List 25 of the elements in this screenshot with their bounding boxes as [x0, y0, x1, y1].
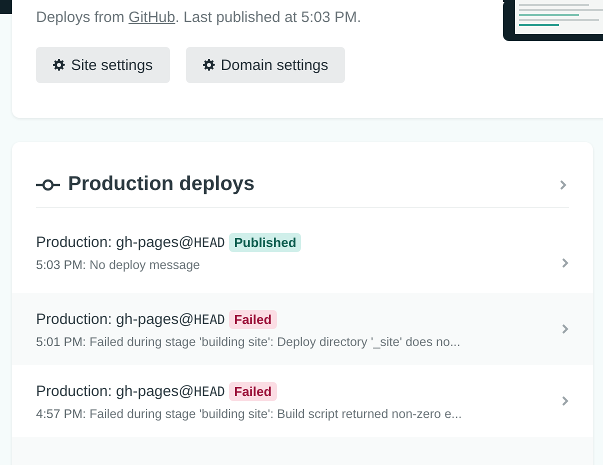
status-badge: Published [229, 233, 302, 252]
chevron-icon [561, 257, 569, 269]
deploy-row[interactable]: Production: gh-pages@HEAD Published 5:03 PM: No deploy message [12, 233, 593, 293]
section-title: Production deploys [68, 173, 256, 196]
deploy-context: Production: gh-pages@HEAD [36, 382, 226, 400]
deploy-row[interactable]: Production: gh-pages@HEAD Failed 5:01 PM: Failed during stage 'building site': Deploy directory '_site' does no... [12, 293, 593, 365]
settings-button[interactable]: Domain settings [186, 47, 346, 83]
deploy-message: 4:57 PM: Failed during stage 'building site': Build script returned non-zero e... [36, 406, 463, 420]
deploy-context: Production: gh-pages@HEAD [36, 234, 226, 251]
settings-icon [202, 59, 215, 71]
header-background [0, 0, 12, 14]
deploy-context: Production: gh-pages@HEAD [36, 310, 226, 328]
chevron-icon [561, 395, 569, 407]
status-badge: Failed [229, 382, 277, 400]
deploy-message: 5:03 PM: No deploy message [36, 258, 201, 272]
chevron-icon [561, 323, 569, 335]
deploy-row[interactable]: Production: gh-pages@HEAD Failed 4:57 PM: Failed during stage 'building site': Build script returned non-zero e... [12, 365, 593, 437]
github-link[interactable]: GitHub [128, 9, 176, 26]
settings-icon [53, 59, 65, 71]
status-badge: Failed [229, 310, 277, 328]
settings-button[interactable]: Site settings [36, 47, 170, 83]
commit-icon [36, 178, 60, 190]
site-description: Deploys from GitHub. Last published at 5:03 PM. [36, 8, 362, 28]
chevron-icon[interactable] [559, 178, 567, 190]
deploy-message: 5:01 PM: Failed during stage 'building site': Deploy directory '_site' does no... [36, 334, 462, 348]
